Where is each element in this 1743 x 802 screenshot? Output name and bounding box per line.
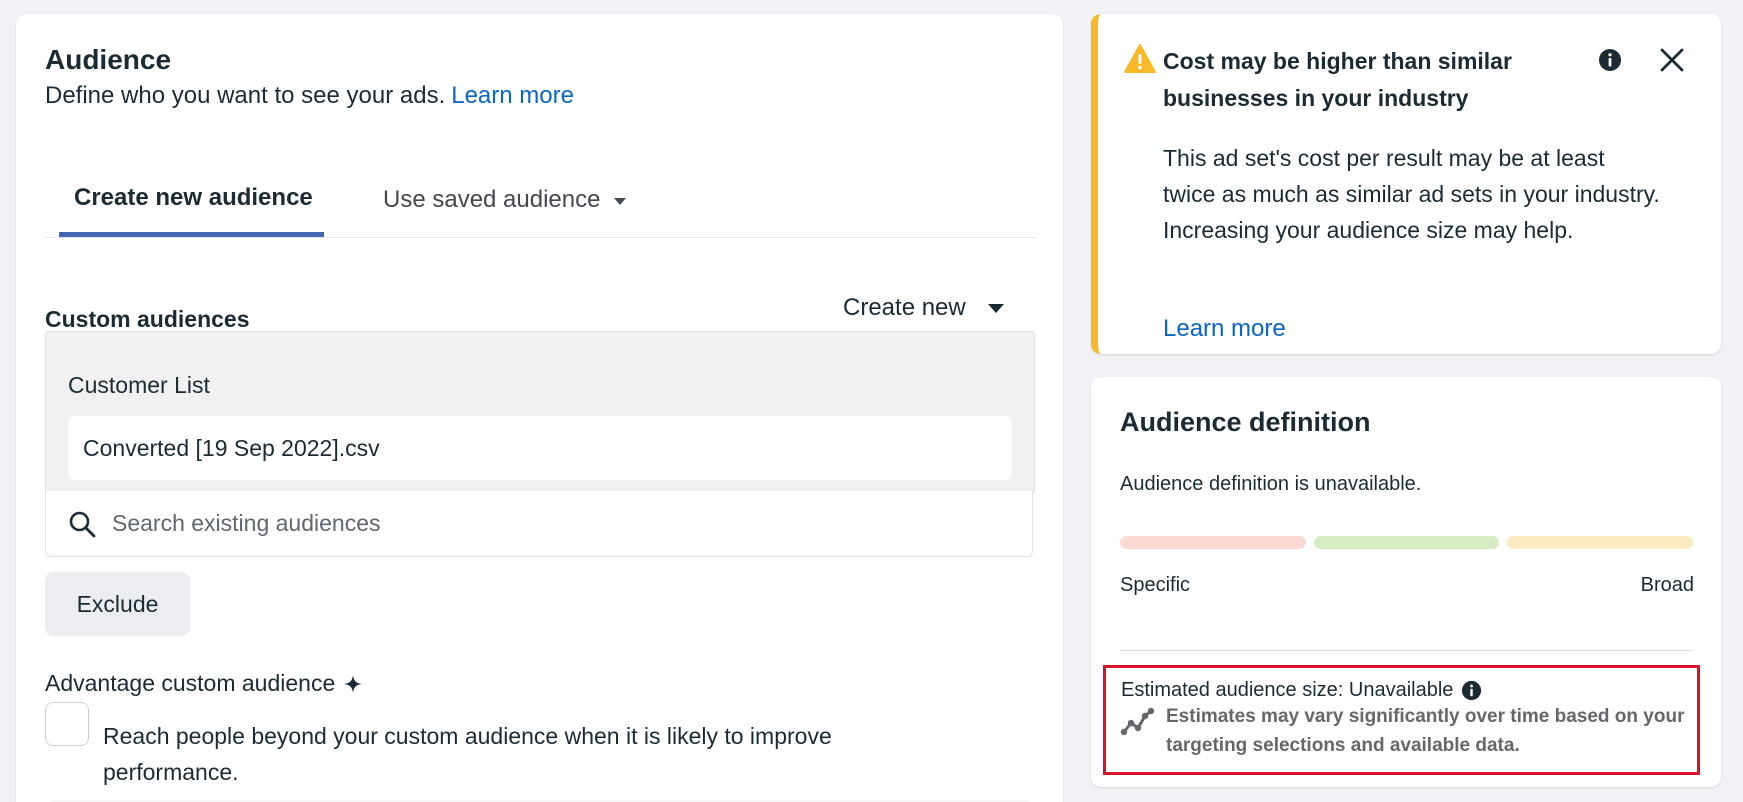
meter-label-specific: Specific [1120,574,1191,596]
tab-use-saved-audience-label: Use saved audience [383,186,601,213]
search-icon [69,511,96,537]
meter-segment-specific [1120,536,1306,549]
advantage-custom-audience-checkbox[interactable] [45,702,89,746]
create-new-dropdown[interactable]: Create new [843,294,1004,322]
advantage-custom-audience-description: Reach people beyond your custom audience… [103,723,832,785]
audience-definition-status: Audience definition is unavailable. [1120,473,1422,495]
audience-learn-more-link[interactable]: Learn more [451,82,574,109]
estimated-audience-size-highlight: Estimated audience size: Unavailable Est… [1103,665,1700,775]
info-icon[interactable] [1461,680,1482,701]
estimated-audience-size-text: Estimated audience size: Unavailable [1121,679,1454,701]
estimated-audience-size: Estimated audience size: Unavailable [1121,679,1482,702]
estimate-disclaimer: Estimates may vary significantly over ti… [1166,706,1685,756]
close-icon[interactable] [1658,46,1686,74]
tab-create-new-audience[interactable]: Create new audience [59,164,324,237]
audience-subtitle-text: Define who you want to see your ads. [45,82,446,109]
warning-title: Cost may be higher than similar business… [1163,48,1512,111]
audience-title: Audience [45,44,172,75]
warning-icon [1124,44,1156,73]
info-icon[interactable] [1598,48,1622,72]
audience-definition-card: Audience definition Audience definition … [1091,377,1721,787]
exclude-button[interactable]: Exclude [45,572,190,636]
selected-audience-item[interactable]: Converted [19 Sep 2022].csv [68,416,1012,480]
customer-list-label: Customer List [68,372,210,398]
search-existing-audiences-input[interactable] [112,510,992,537]
audience-card: Audience Define who you want to see your… [16,14,1063,802]
customer-list-group: Customer List Converted [19 Sep 2022].cs… [45,331,1035,492]
tab-use-saved-audience[interactable]: Use saved audience [383,164,627,236]
audience-tabs: Create new audience Use saved audience [45,164,1035,238]
caret-down-icon [987,303,1004,313]
meter-segment-broad [1507,536,1694,549]
audience-subtitle: Define who you want to see your ads. Lear… [45,82,574,110]
warning-learn-more-link[interactable]: Learn more [1163,315,1286,343]
meter-segment-defined [1313,536,1500,549]
trend-line-icon [1120,707,1155,736]
divider [1120,650,1693,651]
cost-warning-card: Cost may be higher than similar business… [1091,14,1721,354]
audience-search-box [45,491,1033,557]
warning-body: This ad set's cost per result may be at … [1163,145,1660,243]
advantage-custom-audience-text: Advantage custom audience [45,670,336,696]
audience-definition-title: Audience definition [1120,407,1371,437]
audience-breadth-meter [1120,536,1694,550]
custom-audiences-label: Custom audiences [45,306,250,332]
create-new-label: Create new [843,294,966,321]
caret-down-icon [614,197,627,205]
meter-label-broad: Broad [1640,574,1694,596]
sparkle-icon [344,674,363,693]
advantage-custom-audience-label: Advantage custom audience [45,670,363,697]
